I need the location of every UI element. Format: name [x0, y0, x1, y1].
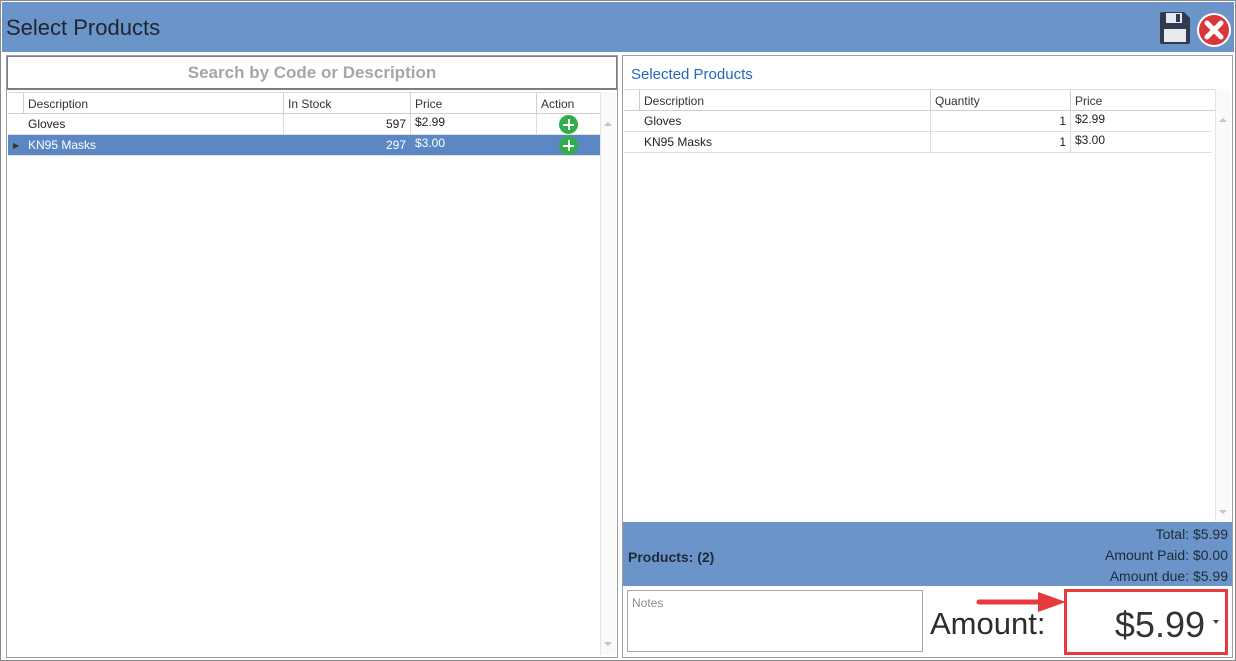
cell-in-stock: 597: [284, 114, 411, 134]
selected-grid-scrollbar[interactable]: [1215, 89, 1231, 521]
column-header-description[interactable]: Description: [24, 93, 284, 113]
scroll-down-icon[interactable]: [604, 642, 612, 646]
products-count: Products: (2): [628, 549, 715, 565]
cell-quantity[interactable]: 1: [931, 111, 1071, 131]
row-indicator-header: [624, 90, 640, 110]
current-row-arrow-icon: ▶: [13, 141, 20, 150]
save-button[interactable]: [1158, 10, 1192, 46]
selected-products-title: Selected Products: [631, 66, 753, 83]
cell-action: [537, 135, 600, 155]
cell-description: Gloves: [24, 114, 284, 134]
amount-due: Amount due: $5.99: [1109, 568, 1228, 584]
chevron-down-icon[interactable]: [1213, 620, 1219, 624]
table-row[interactable]: Gloves 1 $2.99: [624, 111, 1212, 132]
column-header-price[interactable]: Price: [411, 93, 537, 113]
amount-paid: Amount Paid: $0.00: [1105, 547, 1228, 563]
close-x-icon: [1197, 13, 1231, 47]
cell-price: $2.99: [1075, 112, 1106, 126]
cell-quantity[interactable]: 1: [931, 132, 1071, 152]
annotation-arrow-icon: [976, 592, 1066, 612]
row-indicator-header: [8, 93, 24, 113]
cell-description: KN95 Masks: [24, 135, 284, 155]
available-products-panel: Description In Stock Price Action Gloves…: [6, 55, 618, 658]
row-indicator: [624, 111, 640, 131]
selected-products-panel: Selected Products Description Quantity P…: [622, 55, 1233, 658]
table-row[interactable]: KN95 Masks 1 $3.00: [624, 132, 1212, 153]
amount-value: $5.99: [1114, 604, 1205, 645]
column-header-description[interactable]: Description: [640, 90, 931, 110]
amount-input[interactable]: $5.99: [1064, 589, 1228, 655]
close-button[interactable]: [1196, 12, 1232, 48]
cell-price: $3.00: [411, 135, 537, 155]
cell-price: $3.00: [1075, 133, 1106, 147]
row-indicator: [624, 132, 640, 152]
notes-field[interactable]: [627, 590, 923, 652]
column-header-in-stock[interactable]: In Stock: [284, 93, 411, 113]
cell-description: Gloves: [640, 111, 931, 131]
products-grid-scrollbar[interactable]: [600, 92, 616, 655]
scroll-up-icon[interactable]: [604, 122, 612, 126]
add-product-button[interactable]: [559, 115, 578, 134]
floppy-disk-icon: [1160, 12, 1190, 44]
order-summary-bar: Products: (2) Total: $5.99 Amount Paid: …: [623, 522, 1232, 586]
table-row[interactable]: Gloves 597 $2.99: [8, 114, 600, 135]
selected-grid-header: Description Quantity Price: [624, 89, 1216, 111]
cell-in-stock: 297: [284, 135, 411, 155]
add-product-button[interactable]: [559, 136, 578, 155]
column-header-price[interactable]: Price: [1071, 90, 1216, 110]
products-grid-header: Description In Stock Price Action: [8, 92, 600, 114]
column-header-action[interactable]: Action: [537, 93, 600, 113]
scroll-up-icon[interactable]: [1219, 118, 1227, 122]
scroll-down-icon[interactable]: [1219, 510, 1227, 514]
total-amount: Total: $5.99: [1155, 526, 1228, 542]
cell-description: KN95 Masks: [640, 132, 931, 152]
column-header-quantity[interactable]: Quantity: [931, 90, 1071, 110]
cell-action: [537, 114, 600, 134]
window-title: Select Products: [6, 15, 161, 40]
table-row-selected[interactable]: ▶ KN95 Masks 297 $3.00: [8, 135, 600, 156]
select-products-window: Select Products Description In Stock Pri…: [0, 0, 1236, 661]
search-input[interactable]: [7, 56, 617, 90]
row-indicator: [8, 114, 24, 134]
title-bar: Select Products: [2, 2, 1234, 52]
cell-price: $2.99: [411, 114, 537, 134]
